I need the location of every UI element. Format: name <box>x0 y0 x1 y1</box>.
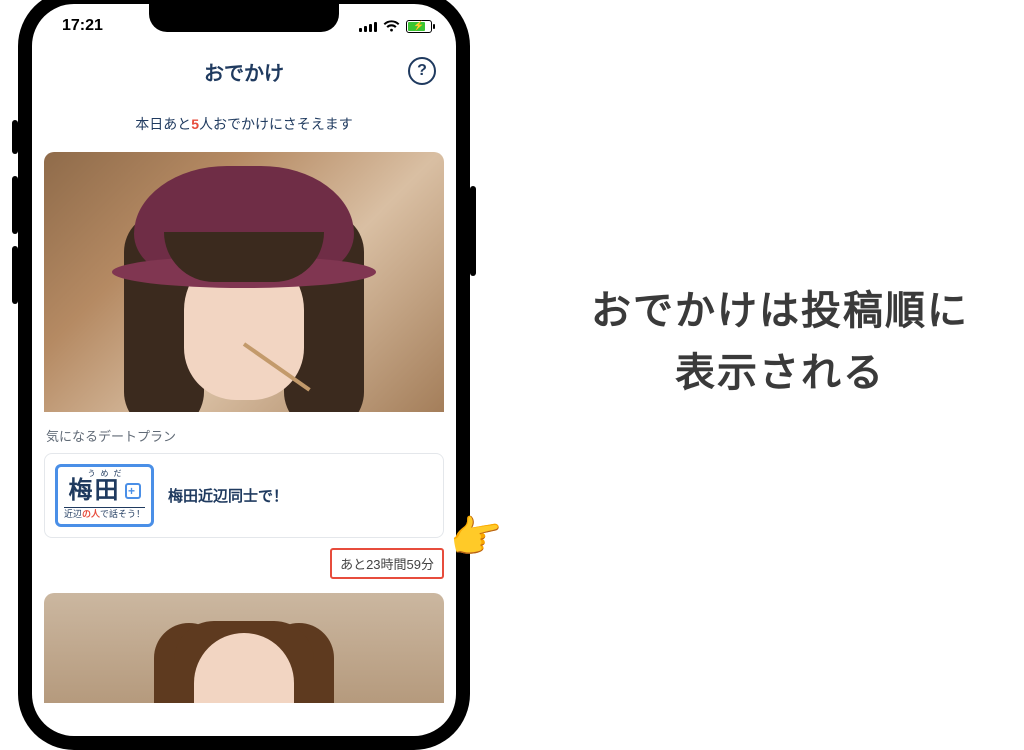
plus-icon: + <box>125 483 141 499</box>
battery-icon: ⚡ <box>406 20 432 33</box>
caption-line: 表示される <box>540 342 1020 404</box>
date-plan-section: 気になるデートプラン うめだ 梅田 + 近辺の人で話そう！ 梅田近辺同士で！ あ… <box>32 412 456 579</box>
time-remaining-badge: あと23時間59分 <box>330 548 444 579</box>
profile-photo[interactable] <box>44 593 444 703</box>
battery-charging-icon: ⚡ <box>413 21 424 32</box>
wifi-icon <box>383 20 400 32</box>
phone-side-button <box>12 246 18 304</box>
invite-count: 5 <box>191 116 199 132</box>
plan-title: 梅田近辺同士で！ <box>168 485 288 506</box>
invite-remaining-text: 本日あと5人おでかけにさそえます <box>32 94 456 152</box>
help-button[interactable]: ? <box>408 57 436 85</box>
app-header: おでかけ ? <box>32 48 456 94</box>
caption-line: おでかけは投稿順に <box>540 280 1020 342</box>
phone-side-button <box>470 186 476 276</box>
date-plan-card[interactable]: うめだ 梅田 + 近辺の人で話そう！ 梅田近辺同士で！ <box>44 453 444 538</box>
phone-screen: 17:21 ⚡ おでかけ ? 本日あと5人おで <box>32 4 456 736</box>
phone-notch <box>149 4 339 32</box>
invite-suffix: 人おでかけにさそえます <box>199 116 353 132</box>
section-label: 気になるデートプラン <box>44 420 444 453</box>
cellular-signal-icon <box>359 20 377 32</box>
help-icon: ? <box>417 62 427 80</box>
phone-side-button <box>12 120 18 154</box>
status-time: 17:21 <box>62 17 103 35</box>
pointing-hand-icon: 👈 <box>446 506 509 567</box>
location-badge: うめだ 梅田 + 近辺の人で話そう！ <box>55 464 154 527</box>
location-sub: 近辺の人で話そう！ <box>64 507 145 519</box>
location-name: 梅田 + <box>64 478 145 504</box>
page-title: おでかけ <box>204 57 284 86</box>
annotation-caption: おでかけは投稿順に 表示される <box>540 280 1020 404</box>
phone-device-frame: 17:21 ⚡ おでかけ ? 本日あと5人おで <box>18 0 470 750</box>
profile-photo[interactable] <box>44 152 444 412</box>
status-indicators: ⚡ <box>359 20 432 33</box>
phone-side-button <box>12 176 18 234</box>
invite-prefix: 本日あと <box>135 116 191 132</box>
